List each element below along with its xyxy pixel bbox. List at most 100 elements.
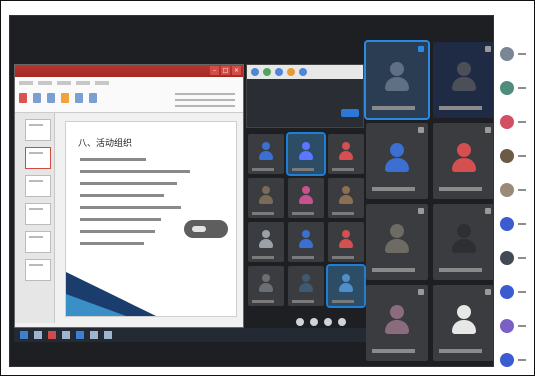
screen-share-toolbar[interactable] (184, 220, 228, 238)
person-avatar-icon (339, 230, 353, 248)
blue-action-button[interactable] (341, 109, 359, 117)
slide-thumbnail[interactable] (25, 259, 51, 281)
mic-icon[interactable] (296, 318, 304, 326)
video-tile[interactable] (286, 132, 326, 176)
bullet-line (80, 194, 164, 197)
video-tile-large[interactable] (433, 123, 493, 199)
participant-list-item[interactable] (498, 109, 528, 143)
taskbar-app-icon[interactable] (76, 331, 84, 339)
mic-status-icon (418, 46, 424, 52)
camera-icon[interactable] (310, 318, 318, 326)
ribbon-tab[interactable] (38, 81, 52, 85)
browser-toolbar (247, 65, 363, 79)
browser-icon[interactable] (299, 68, 307, 76)
video-tile-large[interactable] (364, 40, 430, 120)
video-tile[interactable] (288, 266, 324, 306)
participant-name-bar (252, 300, 274, 303)
video-tile[interactable] (288, 178, 324, 218)
participant-name-bar (439, 187, 483, 191)
taskbar-app-icon[interactable] (34, 331, 42, 339)
participant-list-item[interactable] (498, 211, 528, 245)
video-tile[interactable] (248, 266, 284, 306)
video-tile-large[interactable] (433, 204, 493, 280)
slide-canvas[interactable]: 八、活动组织 (65, 121, 237, 317)
browser-icon[interactable] (287, 68, 295, 76)
participant-name-bar (439, 106, 483, 110)
window-controls: – □ × (210, 66, 241, 75)
participant-name-bar (439, 349, 483, 353)
participant-name-bar (518, 53, 526, 55)
meeting-video-grid-small (248, 132, 366, 310)
video-tile-large[interactable] (366, 285, 428, 361)
video-tile[interactable] (248, 222, 284, 262)
video-tile-large[interactable] (433, 42, 493, 118)
video-tile[interactable] (288, 222, 324, 262)
presentation-window[interactable]: – □ × 八、活动组织 (14, 64, 244, 328)
ribbon-tab[interactable] (76, 81, 90, 85)
minimize-icon[interactable]: – (210, 66, 219, 75)
paste-icon[interactable] (19, 93, 27, 103)
paragraph-icon[interactable] (75, 93, 83, 103)
participant-list-item[interactable] (498, 245, 528, 279)
slide-bullets (80, 158, 190, 254)
mic-status-icon (485, 127, 491, 133)
ribbon-tab[interactable] (19, 81, 33, 85)
layout-icon[interactable] (47, 93, 55, 103)
participant-list-item[interactable] (498, 279, 528, 313)
participant-list-item[interactable] (498, 143, 528, 177)
browser-icon[interactable] (275, 68, 283, 76)
video-tile[interactable] (328, 134, 364, 174)
mic-status-icon (418, 127, 424, 133)
new-slide-icon[interactable] (33, 93, 41, 103)
participant-avatar-icon (500, 115, 514, 129)
browser-icon[interactable] (263, 68, 271, 76)
video-tile[interactable] (328, 178, 364, 218)
video-tile[interactable] (326, 264, 366, 308)
meeting-video-grid-large (364, 40, 493, 366)
participant-name-bar (372, 349, 416, 353)
person-avatar-icon (339, 186, 353, 204)
font-icon[interactable] (61, 93, 69, 103)
bullet-line (80, 206, 182, 209)
ribbon-tab[interactable] (95, 81, 109, 85)
taskbar-app-icon[interactable] (62, 331, 70, 339)
person-avatar-icon (259, 230, 273, 248)
participant-name-bar (252, 256, 274, 259)
slide-thumbnail[interactable] (25, 203, 51, 225)
start-icon[interactable] (20, 331, 28, 339)
video-tile-large[interactable] (366, 123, 428, 199)
share-icon[interactable] (324, 318, 332, 326)
participant-avatar-icon (500, 47, 514, 61)
participant-name-bar (518, 359, 526, 361)
drawing-icon[interactable] (89, 93, 97, 103)
slide-thumbnail[interactable] (25, 175, 51, 197)
participant-list-item[interactable] (498, 177, 528, 211)
participant-name-bar (332, 300, 354, 303)
browser-icon[interactable] (251, 68, 259, 76)
video-tile-large[interactable] (433, 285, 493, 361)
meeting-controls (296, 318, 346, 326)
slide-thumbnail[interactable] (25, 231, 51, 253)
person-avatar-icon (259, 186, 273, 204)
participant-name-bar (332, 256, 354, 259)
more-icon[interactable] (338, 318, 346, 326)
video-tile[interactable] (248, 178, 284, 218)
ribbon-tab[interactable] (57, 81, 71, 85)
taskbar-app-icon[interactable] (90, 331, 98, 339)
taskbar-app-icon[interactable] (48, 331, 56, 339)
participant-list-item[interactable] (498, 313, 528, 347)
browser-window[interactable] (246, 64, 364, 128)
video-tile-large[interactable] (366, 204, 428, 280)
video-tile[interactable] (248, 134, 284, 174)
taskbar-app-icon[interactable] (104, 331, 112, 339)
participant-name-bar (372, 268, 416, 272)
close-icon[interactable]: × (232, 66, 241, 75)
slide-thumbnail[interactable] (25, 119, 51, 141)
participant-list-item[interactable] (498, 41, 528, 75)
participant-list-item[interactable] (498, 75, 528, 109)
slide-thumbnail-active[interactable] (25, 147, 51, 169)
person-avatar-icon (299, 186, 313, 204)
video-tile[interactable] (328, 222, 364, 262)
maximize-icon[interactable]: □ (221, 66, 230, 75)
bullet-line (80, 182, 177, 185)
